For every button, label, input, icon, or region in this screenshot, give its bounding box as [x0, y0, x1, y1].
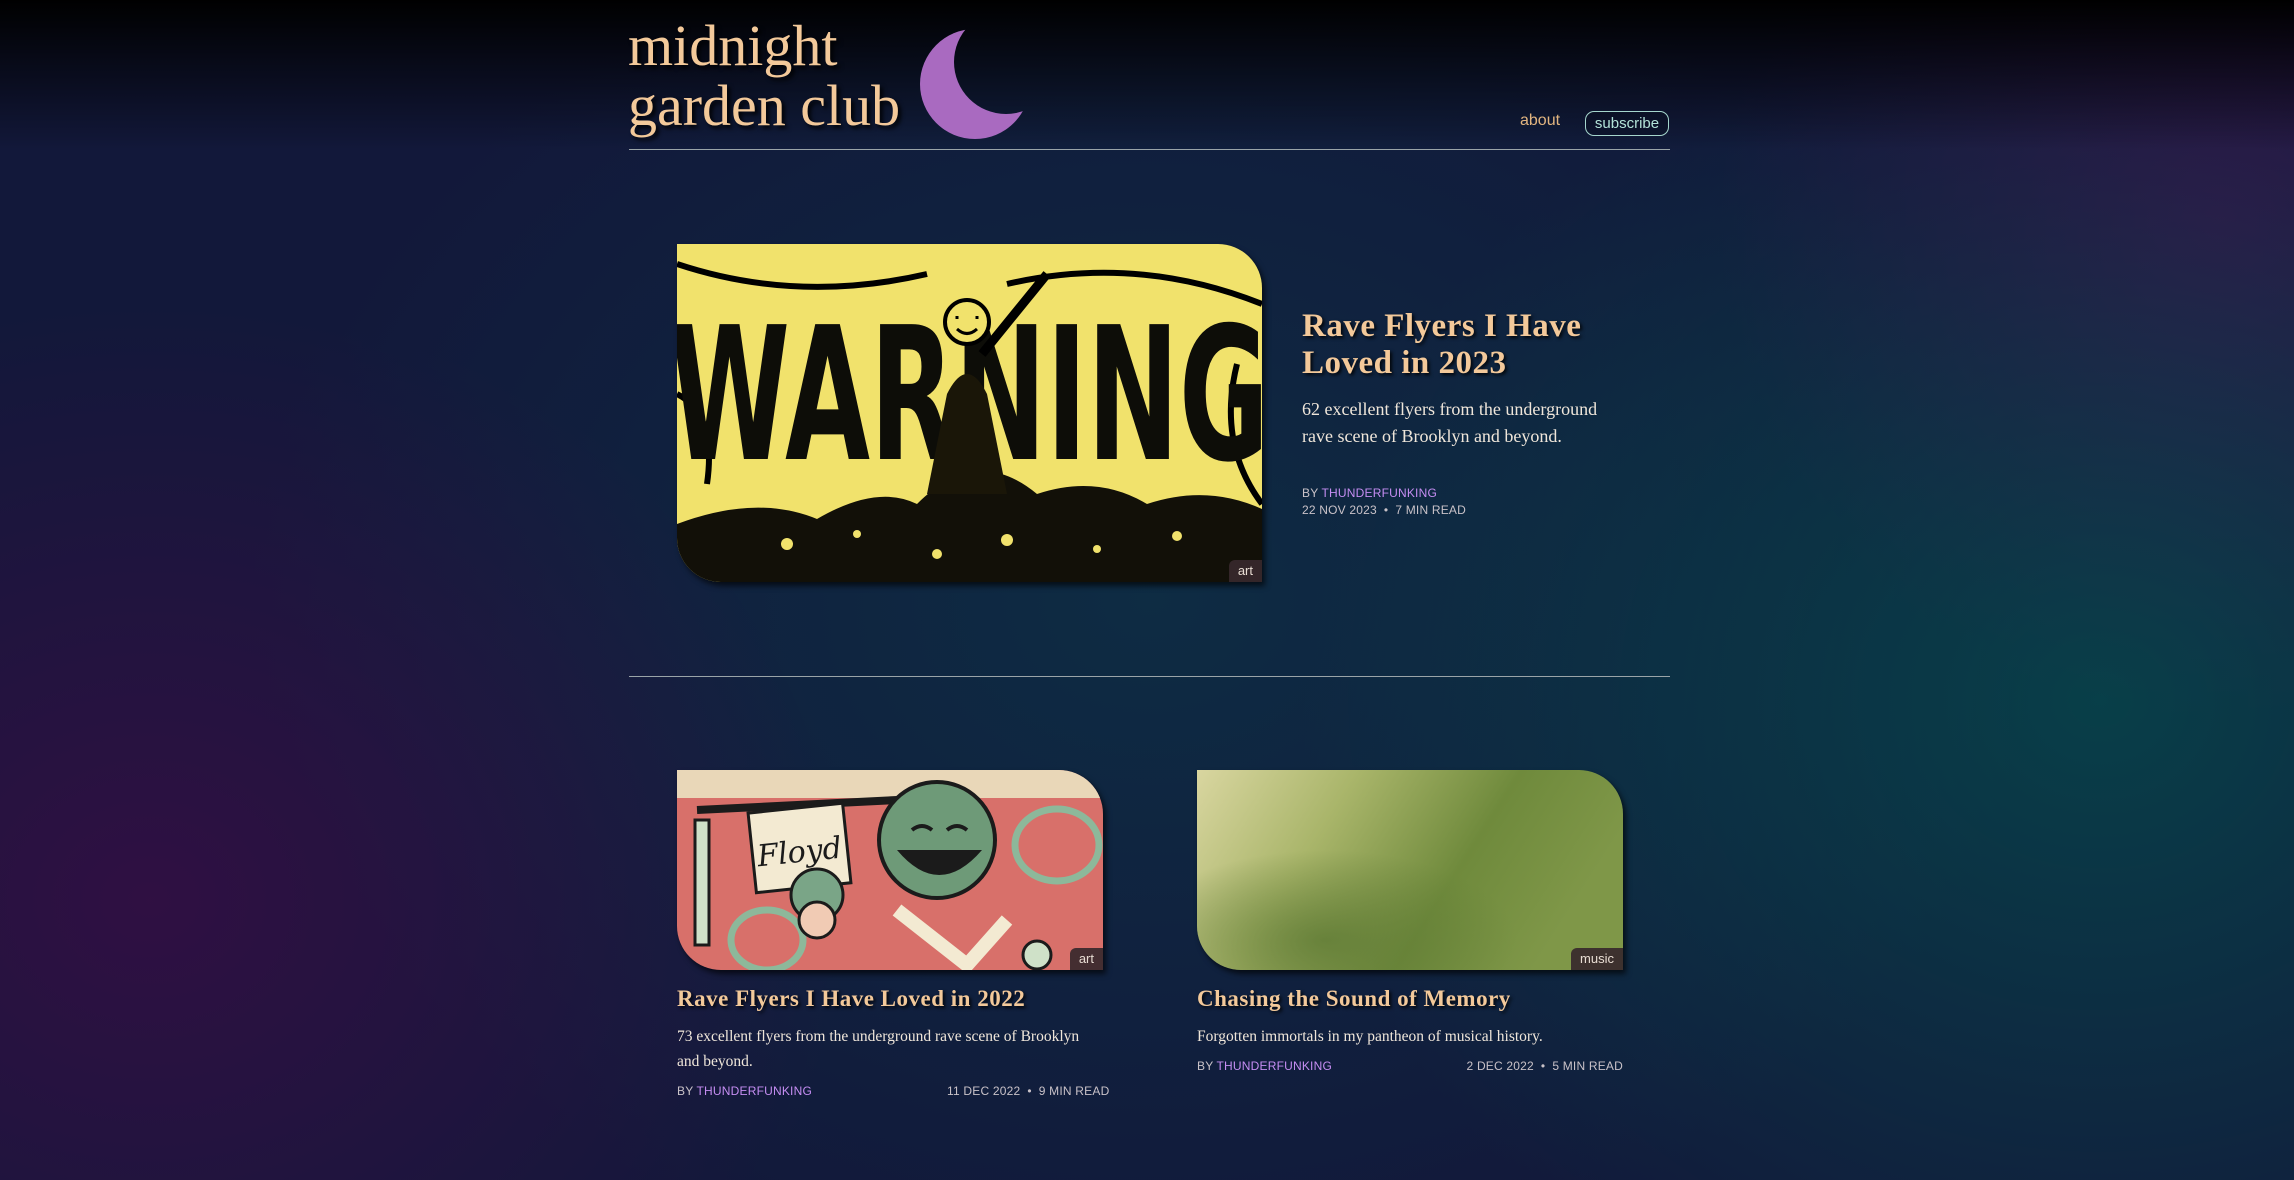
category-tag[interactable]: music	[1571, 948, 1623, 970]
featured-post-image[interactable]: WARNING art	[677, 244, 1262, 582]
read-time: 5 MIN READ	[1552, 1059, 1623, 1073]
post-excerpt: Forgotten immortals in my pantheon of mu…	[1197, 1028, 1543, 1045]
byline-prefix: BY	[1302, 486, 1319, 500]
post-image[interactable]: music	[1197, 770, 1623, 970]
featured-post-meta: 22 NOV 2023 • 7 MIN READ	[1302, 503, 1466, 517]
post-meta: 2 DEC 2022 • 5 MIN READ	[1443, 1059, 1623, 1073]
subscribe-button[interactable]: subscribe	[1585, 111, 1669, 136]
post-byline: BY THUNDERFUNKING	[1197, 1059, 1332, 1073]
meta-separator: •	[1383, 503, 1389, 517]
post-image[interactable]: Floyd art	[677, 770, 1103, 970]
site-title[interactable]: midnight garden club	[628, 16, 900, 136]
warning-flyer-art: WARNING	[677, 244, 1262, 582]
meta-separator: •	[1540, 1059, 1546, 1073]
post-excerpt: 73 excellent flyers from the underground…	[677, 1028, 1080, 1070]
post-date: 2 DEC 2022	[1466, 1059, 1534, 1073]
post-title[interactable]: Rave Flyers I Have Loved in 2022	[677, 985, 1117, 1013]
category-tag[interactable]: art	[1069, 948, 1103, 970]
post-title[interactable]: Chasing the Sound of Memory	[1197, 985, 1637, 1013]
read-time: 7 MIN READ	[1395, 503, 1467, 517]
nav-about-link[interactable]: about	[1520, 112, 1560, 130]
post-date: 11 DEC 2022	[947, 1084, 1021, 1098]
author-link[interactable]: THUNDERFUNKING	[1217, 1059, 1332, 1073]
featured-post-excerpt: 62 excellent flyers from the underground…	[1302, 399, 1598, 446]
post-meta: 11 DEC 2022 • 9 MIN READ	[947, 1084, 1109, 1098]
meta-separator: •	[1027, 1084, 1032, 1098]
post-byline: BY THUNDERFUNKING	[677, 1084, 812, 1098]
post-date: 22 NOV 2023	[1302, 503, 1377, 517]
crescent-moon-icon	[920, 29, 1030, 139]
read-time: 9 MIN READ	[1038, 1084, 1110, 1098]
floyd-flyer-art: Floyd	[677, 770, 1103, 970]
byline-prefix: BY	[677, 1084, 694, 1098]
site-title-line-2: garden club	[628, 73, 901, 138]
blurred-green-photo	[1197, 770, 1623, 970]
featured-post-byline: BY THUNDERFUNKING	[1302, 486, 1437, 500]
featured-post-title[interactable]: Rave Flyers I Have Loved in 2023	[1302, 308, 1632, 382]
byline-prefix: BY	[1197, 1059, 1214, 1073]
header-divider	[629, 149, 1670, 150]
author-link[interactable]: THUNDERFUNKING	[1322, 486, 1437, 500]
site-title-line-1: midnight	[628, 13, 838, 78]
author-link[interactable]: THUNDERFUNKING	[697, 1084, 812, 1098]
section-divider	[629, 676, 1670, 677]
category-tag[interactable]: art	[1228, 560, 1262, 582]
